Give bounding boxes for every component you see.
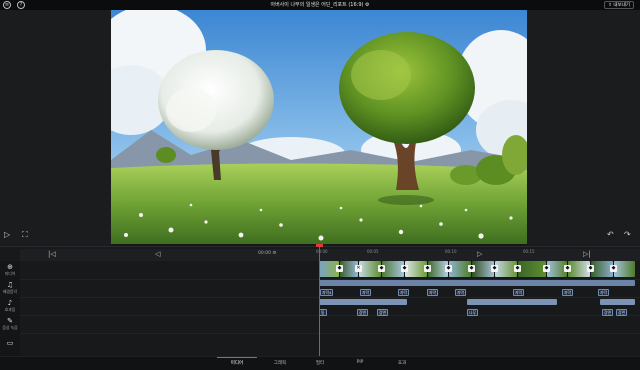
active-tab-indicator [217, 357, 257, 358]
transition-icon[interactable]: ◆ [514, 265, 521, 272]
preview-left-panel [0, 10, 111, 246]
tool-label: 미디어 [4, 271, 16, 276]
preview-scene [111, 10, 527, 244]
transition-icon[interactable]: ◆ [491, 265, 498, 272]
caption-tag[interactable]: 장면 [377, 309, 388, 316]
ruler-label: 00:15 [523, 249, 535, 254]
music-icon: ♫ [6, 281, 14, 289]
redo-icon[interactable]: ↷ [624, 230, 631, 239]
ruler-label: 00:00 [316, 249, 328, 254]
mic-icon: ✎ [7, 317, 13, 325]
sfx-track-bar[interactable] [319, 299, 407, 305]
transition-icon[interactable]: ◆ [336, 265, 343, 272]
bgm-tool[interactable]: ♫ 배경음악 [0, 281, 20, 294]
tool-label: 효과음 [4, 307, 16, 312]
transition-icon[interactable]: ◆ [378, 265, 385, 272]
lane-divider [20, 297, 640, 298]
skip-start-icon[interactable]: |◁ [48, 250, 56, 258]
timeline-ruler[interactable]: 00:00 00:05 00:10 00:15 [316, 247, 640, 259]
lane-divider [20, 315, 640, 316]
ruler-label: 00:10 [445, 249, 457, 254]
transition-icon[interactable]: ◆ [587, 265, 594, 272]
preview-area: ▷ ⛶ ↶ ↷ [0, 10, 640, 246]
tab-graphics[interactable]: 그래픽 [260, 360, 300, 366]
transition-icon[interactable]: ◆ [424, 265, 431, 272]
caption-tag[interactable]: 나무 [467, 309, 478, 316]
timeline-tools: ⊕ 미디어 ♫ 배경음악 ♪ 효과음 ✎ 음성 녹음 ▭ [0, 261, 20, 357]
transition-icon[interactable]: ◆ [401, 265, 408, 272]
fullscreen-icon[interactable]: ⛶ [22, 230, 28, 240]
time-display: 00:00 ⚙ [258, 251, 277, 256]
transition-icon[interactable]: ◆ [543, 265, 550, 272]
export-button[interactable]: ⇪ 내보내기 [604, 1, 634, 9]
video-clip[interactable] [614, 261, 635, 277]
caption-tag[interactable]: 자막 [513, 289, 524, 296]
video-preview[interactable] [111, 10, 527, 244]
caption-tag[interactable]: 자막 [455, 289, 466, 296]
note-icon: ♪ [7, 299, 13, 307]
caption-tag[interactable]: 장면 [357, 309, 368, 316]
sfx-track-bar[interactable] [600, 299, 635, 305]
video-track[interactable]: ◆ ✕ ◆ ◆ ◆ ◆ ◆ ◆ ◆ ◆ ◆ ◆ ◆ [319, 261, 635, 277]
transition-icon[interactable]: ◆ [610, 265, 617, 272]
transition-icon[interactable]: ◆ [468, 265, 475, 272]
transition-icon[interactable]: ◆ [445, 265, 452, 272]
playhead[interactable] [319, 244, 320, 358]
sfx-tool[interactable]: ♪ 효과음 [0, 299, 20, 312]
play-icon[interactable]: ▷ [4, 230, 10, 239]
tab-media[interactable]: 미디어 [217, 360, 257, 366]
preview-right-panel [527, 10, 640, 246]
transition-icon[interactable]: ✕ [355, 265, 362, 272]
caption-tag[interactable]: 자막 [598, 289, 609, 296]
step-back-icon[interactable]: ◁ [155, 250, 160, 258]
project-title[interactable]: 아버사이 나무의 일생은 어딘_리포트 (16:9) ⚙ [0, 1, 640, 8]
tool-label: 배경음악 [3, 289, 17, 294]
sfx-track-bar[interactable] [467, 299, 557, 305]
bottom-tab-bar: 미디어 그래픽 필터 PIP 효과 [0, 356, 640, 370]
caption-tag[interactable]: 장면 [616, 309, 627, 316]
tab-pip[interactable]: PIP [340, 360, 380, 365]
voice-record-tool[interactable]: ✎ 음성 녹음 [0, 317, 20, 330]
top-bar: ≡ ? 아버사이 나무의 일생은 어딘_리포트 (16:9) ⚙ ⇪ 내보내기 [0, 0, 640, 10]
caption-tag[interactable]: 자막 [427, 289, 438, 296]
caption-tag[interactable]: 자막 [562, 289, 573, 296]
caption-tag[interactable]: 자막4 [320, 289, 334, 296]
add-media-tool[interactable]: ⊕ 미디어 [0, 263, 20, 276]
undo-icon[interactable]: ↶ [607, 230, 614, 239]
caption-tag[interactable]: 동 [319, 309, 327, 316]
tab-filter[interactable]: 필터 [300, 360, 340, 366]
timeline-panel: |◁ ◁ 00:00 ⚙ ▷ ▷| 00:00 00:05 00:10 00:1… [0, 246, 640, 357]
lane-divider [20, 333, 640, 334]
extra-tool[interactable]: ▭ [0, 339, 20, 347]
video-clip[interactable] [518, 261, 546, 277]
ruler-label: 00:05 [367, 249, 379, 254]
layer-icon: ▭ [6, 339, 14, 347]
transition-icon[interactable]: ◆ [564, 265, 571, 272]
tool-label: 음성 녹음 [2, 325, 18, 330]
add-icon: ⊕ [7, 263, 13, 271]
audio-track-bar[interactable] [319, 280, 635, 286]
caption-tag[interactable]: 장면 [602, 309, 613, 316]
caption-tag[interactable]: 자막 [398, 289, 409, 296]
caption-tag[interactable]: 자막 [360, 289, 371, 296]
tab-effects[interactable]: 효과 [382, 360, 422, 366]
